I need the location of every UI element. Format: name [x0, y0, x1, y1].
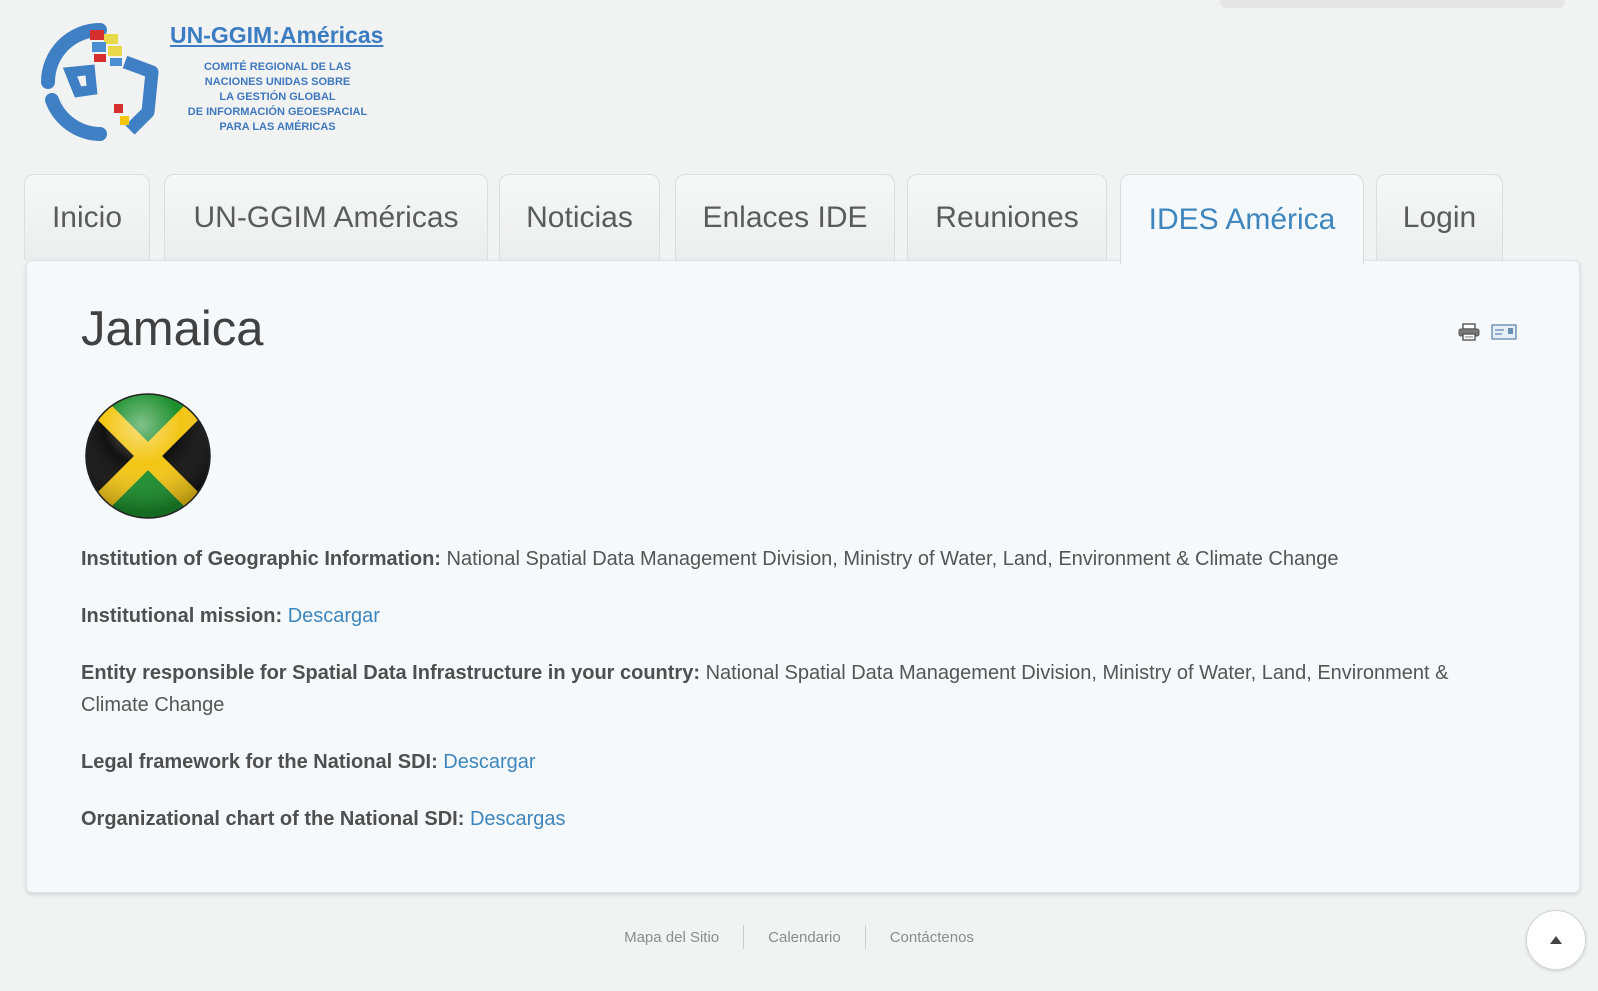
tab-ides-america[interactable]: IDES América: [1120, 174, 1364, 264]
mission-download-link[interactable]: Descargar: [288, 605, 380, 627]
field-label: Organizational chart of the National SDI…: [81, 808, 465, 830]
field-label: Entity responsible for Spatial Data Infr…: [81, 662, 700, 684]
print-icon[interactable]: [1457, 323, 1481, 341]
tab-login[interactable]: Login: [1376, 174, 1503, 260]
tab-un-ggim-americas[interactable]: UN-GGIM Américas: [164, 174, 488, 260]
logo-subtitle-line: NACIONES UNIDAS SOBRE: [204, 76, 351, 88]
article-tools: [1457, 323, 1517, 341]
tab-inicio[interactable]: Inicio: [24, 174, 150, 260]
logo-subtitle-line: LA GESTIÓN GLOBAL: [219, 91, 336, 103]
back-to-top-button[interactable]: [1526, 910, 1586, 970]
logo-title[interactable]: UN-GGIM:Américas: [170, 22, 383, 49]
chevron-up-icon: [1550, 936, 1562, 944]
footer-link-sitemap[interactable]: Mapa del Sitio: [600, 929, 743, 946]
detail-sdi-entity: Entity responsible for Spatial Data Infr…: [81, 657, 1521, 721]
footer-links: Mapa del Sitio Calendario Contáctenos: [0, 925, 1598, 949]
field-label: Institution of Geographic Information:: [81, 548, 441, 570]
logo-subtitle-line: DE INFORMACIÓN GEOESPACIAL: [187, 106, 368, 118]
page-title: Jamaica: [81, 302, 264, 356]
field-value: National Spatial Data Management Divisio…: [446, 548, 1339, 570]
detail-org-chart: Organizational chart of the National SDI…: [81, 803, 1521, 835]
email-icon[interactable]: [1491, 324, 1517, 340]
tab-enlaces-ide[interactable]: Enlaces IDE: [675, 174, 895, 260]
tab-noticias[interactable]: Noticias: [499, 174, 660, 260]
logo-subtitle-line: PARA LAS AMÉRICAS: [219, 121, 336, 133]
tab-reuniones[interactable]: Reuniones: [907, 174, 1107, 260]
field-label: Institutional mission:: [81, 605, 283, 627]
footer-link-calendar[interactable]: Calendario: [744, 929, 865, 946]
content-panel: Jamaica Institution of Geographic Inform…: [26, 260, 1580, 893]
org-chart-download-link[interactable]: Descargas: [470, 808, 566, 830]
legal-framework-download-link[interactable]: Descargar: [443, 751, 535, 773]
site-logo[interactable]: UN-GGIM:Américas COMITÉ REGIONAL DE LAS …: [30, 12, 390, 147]
detail-institution: Institution of Geographic Information: N…: [81, 543, 1521, 575]
jamaica-flag-icon: [85, 393, 211, 519]
country-details: Institution of Geographic Information: N…: [81, 543, 1521, 860]
logo-subtitle: COMITÉ REGIONAL DE LAS NACIONES UNIDAS S…: [170, 60, 385, 135]
logo-subtitle-line: COMITÉ REGIONAL DE LAS: [203, 61, 352, 73]
detail-mission: Institutional mission: Descargar: [81, 600, 1521, 632]
logo-emblem-icon: [41, 23, 159, 141]
field-label: Legal framework for the National SDI:: [81, 751, 438, 773]
footer-link-contact[interactable]: Contáctenos: [866, 929, 998, 946]
detail-legal-framework: Legal framework for the National SDI: De…: [81, 746, 1521, 778]
top-search-bar-edge: [1220, 0, 1565, 8]
